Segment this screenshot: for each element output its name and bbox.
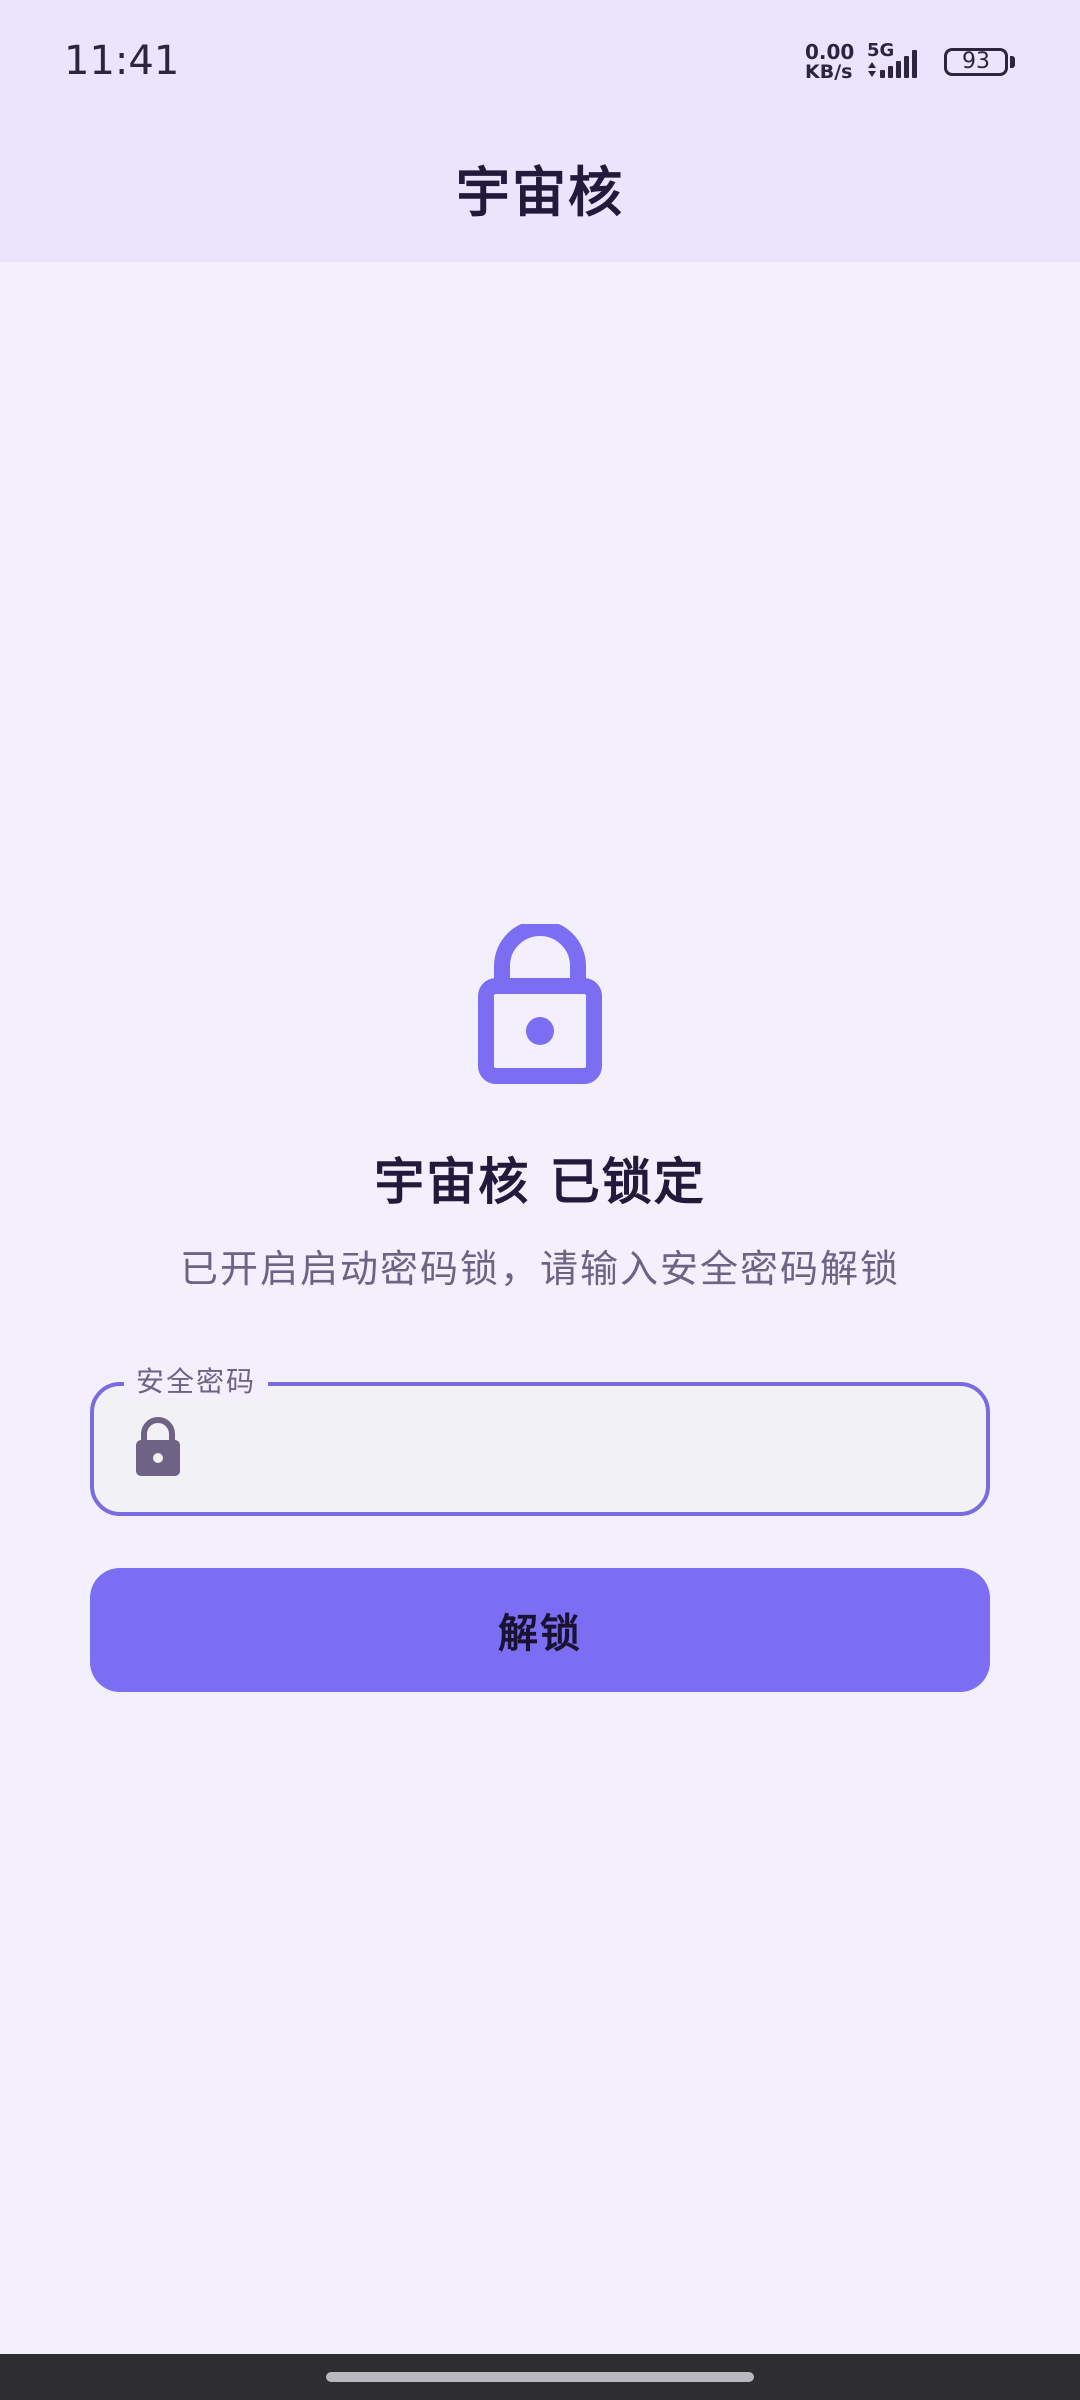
- battery-level: 93: [962, 49, 990, 74]
- password-field-label: 安全密码: [124, 1364, 269, 1400]
- home-indicator[interactable]: [326, 2372, 754, 2382]
- status-time: 11:41: [64, 38, 180, 84]
- status-bar: 11:41 0.00 KB/s 5G 93: [0, 0, 1080, 120]
- network-speed-value: 0.00: [805, 40, 855, 64]
- signal-bars-icon: [868, 50, 917, 78]
- app-title: 宇宙核: [456, 160, 624, 224]
- unlock-button[interactable]: 解锁: [90, 1568, 990, 1692]
- unlock-button-label: 解锁: [498, 1612, 582, 1656]
- gesture-nav-bar: [0, 2354, 1080, 2400]
- network-speed-unit: KB/s: [805, 61, 853, 83]
- lock-subtitle: 已开启启动密码锁，请输入安全密码解锁: [179, 1247, 900, 1291]
- network-speed: 0.00 KB/s: [805, 42, 865, 82]
- lock-icon: [478, 924, 602, 1084]
- lock-icon: [136, 1417, 180, 1476]
- lock-title: 宇宙核 已锁定: [374, 1153, 706, 1211]
- app-bar: 宇宙核: [0, 120, 1080, 262]
- battery-icon: 93: [944, 48, 1008, 76]
- top-bar-region: 11:41 0.00 KB/s 5G 93 宇宙核: [0, 0, 1080, 262]
- signal-indicator: 5G: [866, 40, 932, 80]
- password-input[interactable]: [206, 1400, 966, 1496]
- battery-cap: [1010, 56, 1015, 68]
